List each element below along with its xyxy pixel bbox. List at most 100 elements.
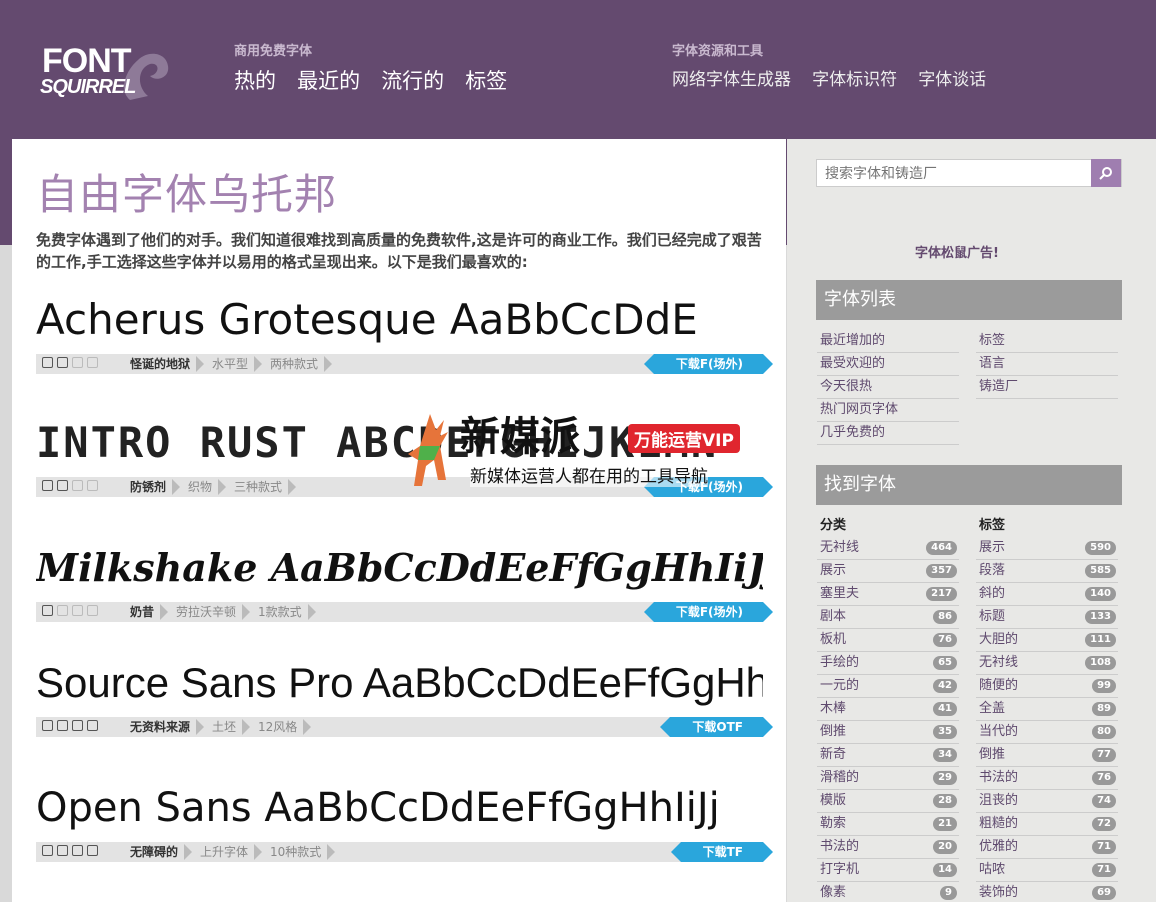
category-item[interactable]: 板机 76 [817,629,959,652]
font-entry: Acherus Grotesque AaBbCcDdE 怪诞的地狱 水平型 两种… [36,296,774,374]
tag-item[interactable]: 展示 590 [976,537,1118,560]
category-item[interactable]: 模版 28 [817,790,959,813]
font-family-link[interactable]: 奶昔 [122,602,169,622]
count-badge: 72 [1092,817,1116,831]
foundry-link[interactable]: 水平型 [204,354,263,374]
tags-column: 标签 展示 590 段落 585 斜的 140 标题 133 大胆的 111 无衬线 108 随便的 99… [976,515,1118,902]
category-item-label: 木棒 [820,701,847,716]
search-input[interactable] [817,160,1093,186]
ad-label[interactable]: 字体松鼠广告! [787,242,1127,261]
download-button[interactable]: 下载F(场外) [643,602,774,622]
tag-item[interactable]: 无衬线 108 [976,652,1118,675]
tag-item[interactable]: 沮丧的 74 [976,790,1118,813]
category-item[interactable]: 倒推 35 [817,721,959,744]
font-family-link[interactable]: 怪诞的地狱 [122,354,205,374]
font-list-item[interactable]: 最受欢迎的 [817,353,959,376]
font-info-bar: 无资料来源 土坯 12风格 下载OTF [36,717,773,737]
sidebar: 字体松鼠广告! 字体列表 最近增加的 最受欢迎的 今天很热 热门网页字体 几乎免… [787,139,1156,902]
tag-item-label: 段落 [979,563,1006,578]
font-list-item[interactable]: 最近增加的 [817,330,959,353]
nav-link-font-talk[interactable]: 字体谈话 [918,70,986,90]
font-sample[interactable]: INTRO RUST ABCDEFGHIJKLMN [36,419,763,467]
category-item-label: 新奇 [820,747,847,762]
font-sample[interactable]: Source Sans Pro AaBbCcDdEeFfGgHh [36,659,763,707]
download-button[interactable]: 下载TF [670,842,774,862]
tag-item[interactable]: 标题 133 [976,606,1118,629]
intro-text: 免费字体遇到了他们的对手。我们知道很难找到高质量的免费软件,这是许可的商业工作。… [36,231,762,271]
font-list-item[interactable]: 今天很热 [817,376,959,399]
tag-item[interactable]: 粗糙的 72 [976,813,1118,836]
font-list-item[interactable]: 几乎免费的 [817,422,959,445]
tag-item[interactable]: 斜的 140 [976,583,1118,606]
search-box [816,159,1122,187]
category-item[interactable]: 滑稽的 29 [817,767,959,790]
tag-item[interactable]: 装饰的 69 [976,882,1118,902]
tag-item[interactable]: 随便的 99 [976,675,1118,698]
font-sample[interactable]: Milkshake AaBbCcDdEeFfGgHhIiJj [36,544,763,592]
mobile-icon [87,845,98,856]
tablet-icon [72,845,83,856]
count-badge: 9 [940,886,957,900]
category-item[interactable]: 像素 9 [817,882,959,902]
tag-item[interactable]: 全盖 89 [976,698,1118,721]
category-item[interactable]: 木棒 41 [817,698,959,721]
count-badge: 74 [1092,794,1116,808]
tag-item[interactable]: 段落 585 [976,560,1118,583]
download-button[interactable]: 下载F(场外) [643,354,774,374]
category-item[interactable]: 塞里夫 217 [817,583,959,606]
category-item[interactable]: 一元的 42 [817,675,959,698]
count-badge: 41 [933,702,957,716]
font-squirrel-logo[interactable]: FONT SQUIRREL [38,30,178,102]
font-sample[interactable]: Acherus Grotesque AaBbCcDdE [36,296,763,344]
count-badge: 77 [1092,748,1116,762]
tag-item[interactable]: 倒推 77 [976,744,1118,767]
tag-item[interactable]: 书法的 76 [976,767,1118,790]
category-item[interactable]: 新奇 34 [817,744,959,767]
download-button[interactable]: 下载F(场外) [643,477,774,497]
font-list-item[interactable]: 热门网页字体 [817,399,959,422]
count-badge: 29 [933,771,957,785]
nav-link-hot[interactable]: 热的 [234,69,276,93]
desktop-icon [42,720,53,731]
tag-item-label: 全盖 [979,701,1006,716]
nav-link-recent[interactable]: 最近的 [297,69,360,93]
font-list-item[interactable]: 标签 [976,330,1118,353]
count-badge: 80 [1092,725,1116,739]
tag-item[interactable]: 大胆的 111 [976,629,1118,652]
download-button[interactable]: 下载OTF [660,717,773,737]
mobile-icon [87,605,98,616]
tablet-icon [72,720,83,731]
font-sample[interactable]: Open Sans AaBbCcDdEeFfGgHhIiJj [36,784,763,832]
category-item[interactable]: 剧本 86 [817,606,959,629]
category-item-label: 塞里夫 [820,586,860,601]
nav-link-popular[interactable]: 流行的 [381,69,444,93]
foundry-link[interactable]: 上升字体 [192,842,263,862]
font-family-link[interactable]: 无障碍的 [122,842,193,862]
foundry-link[interactable]: 劳拉沃辛顿 [168,602,251,622]
tag-item[interactable]: 当代的 80 [976,721,1118,744]
count-badge: 42 [933,679,957,693]
tag-item[interactable]: 咕哝 71 [976,859,1118,882]
category-item[interactable]: 手绘的 65 [817,652,959,675]
font-list-item[interactable]: 铸造厂 [976,376,1118,399]
nav-link-tags[interactable]: 标签 [465,69,507,93]
font-family-link[interactable]: 无资料来源 [122,717,205,737]
font-family-link[interactable]: 防锈剂 [122,477,181,497]
category-item-label: 展示 [820,563,847,578]
count-badge: 133 [1085,610,1116,624]
font-list-item[interactable]: 语言 [976,353,1118,376]
nav-link-webfont-generator[interactable]: 网络字体生成器 [672,70,791,90]
nav-link-font-identifier[interactable]: 字体标识符 [812,70,897,90]
search-button[interactable] [1091,159,1121,187]
category-item-label: 手绘的 [820,655,860,670]
category-item[interactable]: 书法的 20 [817,836,959,859]
tag-item[interactable]: 优雅的 71 [976,836,1118,859]
foundry-link[interactable]: 土坯 [204,717,251,737]
category-item[interactable]: 展示 357 [817,560,959,583]
styles-count: 三种款式 [226,477,297,497]
category-item[interactable]: 无衬线 464 [817,537,959,560]
foundry-link[interactable]: 织物 [180,477,227,497]
category-item[interactable]: 勒索 21 [817,813,959,836]
categories-column: 分类 无衬线 464 展示 357 塞里夫 217 剧本 86 板机 76 手绘的 65 一元的 42 木棒… [817,515,959,902]
category-item[interactable]: 打字机 14 [817,859,959,882]
